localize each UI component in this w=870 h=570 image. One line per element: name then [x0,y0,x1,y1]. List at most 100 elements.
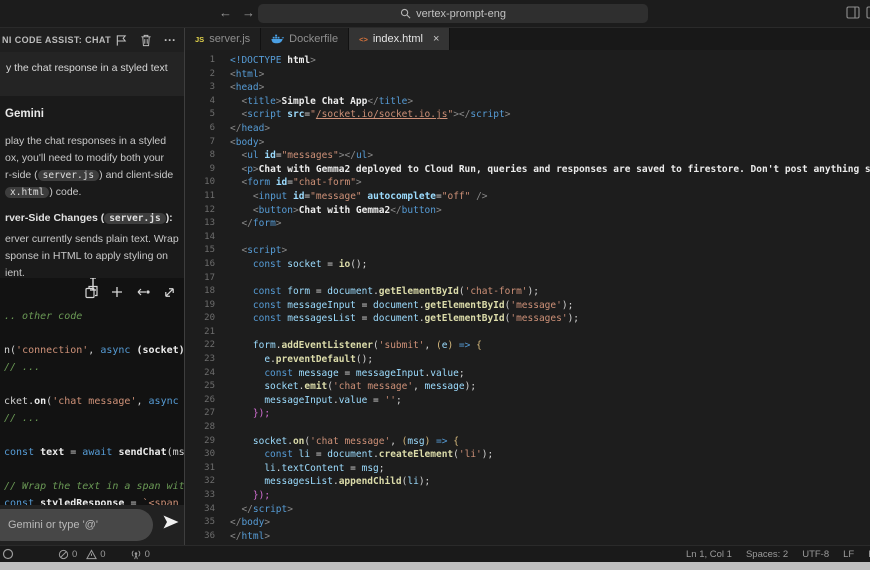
indentation[interactable]: Spaces: 2 [746,549,788,560]
line-number: 36 [204,530,215,541]
code-line: r-side (server.js) and client-side [5,169,174,181]
javascript-file-icon: JS [195,34,205,44]
warning-icon [86,548,98,559]
status-bar: 0 0 0 Ln 1, Col 1 Spaces: 2 UTF-8 LF HTM… [0,545,870,562]
expand-icon[interactable] [163,286,176,299]
code-line: 25 socket.emit('chat message', message); [185,380,870,394]
chat-code-block: .. other code n('connection', async (sock… [0,278,184,505]
code-line: 7 <body> [185,136,870,150]
nav-forward-icon[interactable]: → [242,5,255,20]
code-line: // ... [4,413,41,424]
line-number: 17 [204,272,215,283]
response-paragraph: play the chat responses in a styled ox, y… [5,133,184,201]
warnings-status[interactable]: 0 [86,548,106,560]
title-bar: ← → vertex-prompt-eng [0,0,870,28]
encoding[interactable]: UTF-8 [802,549,829,560]
line-number: 13 [204,218,215,229]
tab-index-html[interactable]: <> index.html × [349,28,451,50]
code-line: 16 const socket = io(); [185,258,870,272]
more-actions-icon[interactable]: ··· [164,34,176,46]
tab-server-js[interactable]: JS server.js [185,28,262,50]
code-line: const styledResponse = `<span [4,498,179,505]
code-line: 17 [185,272,870,286]
editor-lines: 1 <!DOCTYPE html> 2 <html> 3 <head> 4 <title>S… [185,54,870,543]
code-line: // ... [4,362,41,373]
code-line: rver-Side Changes (server.js): [5,212,173,224]
code-line: 10 <form id="chat-form"> [185,176,870,190]
line-number: 20 [204,313,215,324]
code-line: ox, you'll need to modify both your [5,152,165,164]
cursor-position[interactable]: Ln 1, Col 1 [686,549,732,560]
line-number: 12 [204,204,215,215]
chat-panel-header: NI CODE ASSIST: CHAT ··· [0,28,184,52]
line-number: 1 [209,55,215,65]
errors-status[interactable]: 0 [58,549,77,560]
response-author: Gemini [5,108,44,120]
line-number: 4 [209,95,215,106]
code-line: n('connection', async (socket) [4,345,184,356]
code-line: 15 <script> [185,244,870,258]
code-line: 26 messageInput.value = ''; [185,394,870,408]
line-number: 10 [204,177,215,188]
code-editor[interactable]: 1 <!DOCTYPE html> 2 <html> 3 <head> 4 <title>S… [185,50,870,545]
line-number: 15 [204,245,215,256]
screen-bottom-strip [0,562,870,570]
command-search-box[interactable]: vertex-prompt-eng [258,4,648,23]
chat-code-lines: .. other code n('connection', async (sock… [4,308,184,505]
code-line: cket.on('chat message', async [4,396,179,407]
code-line: sponse in HTML to apply styling on [5,250,169,262]
line-number: 23 [204,354,215,365]
code-line: 28 [185,421,870,435]
line-number: 27 [204,408,215,419]
code-line: 12 <button>Chat with Gemma2</button> [185,204,870,218]
code-line: 34 </script> [185,503,870,517]
tab-label: index.html [372,33,423,45]
layout-panel-icon[interactable] [846,6,860,19]
eol-sequence[interactable]: LF [843,549,854,560]
ports-status[interactable]: 0 [130,549,150,560]
copy-icon[interactable] [85,285,98,299]
code-line: erver currently sends plain text. Wrap [5,233,179,245]
code-line: play the chat responses in a styled [5,135,167,147]
code-line: 23 e.preventDefault(); [185,353,870,367]
line-number: 30 [204,449,215,460]
line-number: 28 [204,422,215,433]
code-line: 8 <ul id="messages"></ul> [185,149,870,163]
trash-icon[interactable] [140,34,152,47]
line-number: 31 [204,462,215,473]
code-line: 27 }); [185,407,870,421]
line-number: 21 [204,326,215,337]
gemini-chat-panel: NI CODE ASSIST: CHAT ··· y the chat resp… [0,28,184,545]
nav-back-icon[interactable]: ← [219,5,232,20]
insert-into-file-icon[interactable] [136,286,150,298]
insert-plus-icon[interactable] [111,286,123,298]
line-number: 34 [204,503,215,514]
chat-panel-title: NI CODE ASSIST: CHAT [2,35,112,45]
line-number: 2 [209,68,215,79]
code-block-toolbar [85,285,176,299]
feedback-icon[interactable] [115,34,128,47]
chat-prompt-input[interactable]: Gemini or type '@' [0,509,153,541]
line-number: 7 [209,136,215,147]
line-number: 32 [204,476,215,487]
line-number: 9 [209,163,215,174]
layout-toggle-icon[interactable] [866,6,870,19]
tab-dockerfile[interactable]: Dockerfile [261,28,350,50]
send-icon[interactable] [161,514,181,530]
line-number: 25 [204,381,215,392]
chat-input-area: Gemini or type '@' [0,505,184,545]
code-line: 6 </head> [185,122,870,136]
code-line: 35 </body> [185,516,870,530]
code-line: 3 <head> [185,81,870,95]
tab-bar: JS server.js Dockerfile <> index.html × [185,28,870,50]
tab-label: Dockerfile [289,33,339,45]
ports-count: 0 [144,548,150,560]
code-line: x.html) code. [5,184,184,201]
code-line: 2 <html> [185,68,870,82]
remote-indicator-icon[interactable] [2,548,14,560]
code-line: 1 <!DOCTYPE html> [185,54,870,68]
close-tab-icon[interactable]: × [433,33,439,45]
